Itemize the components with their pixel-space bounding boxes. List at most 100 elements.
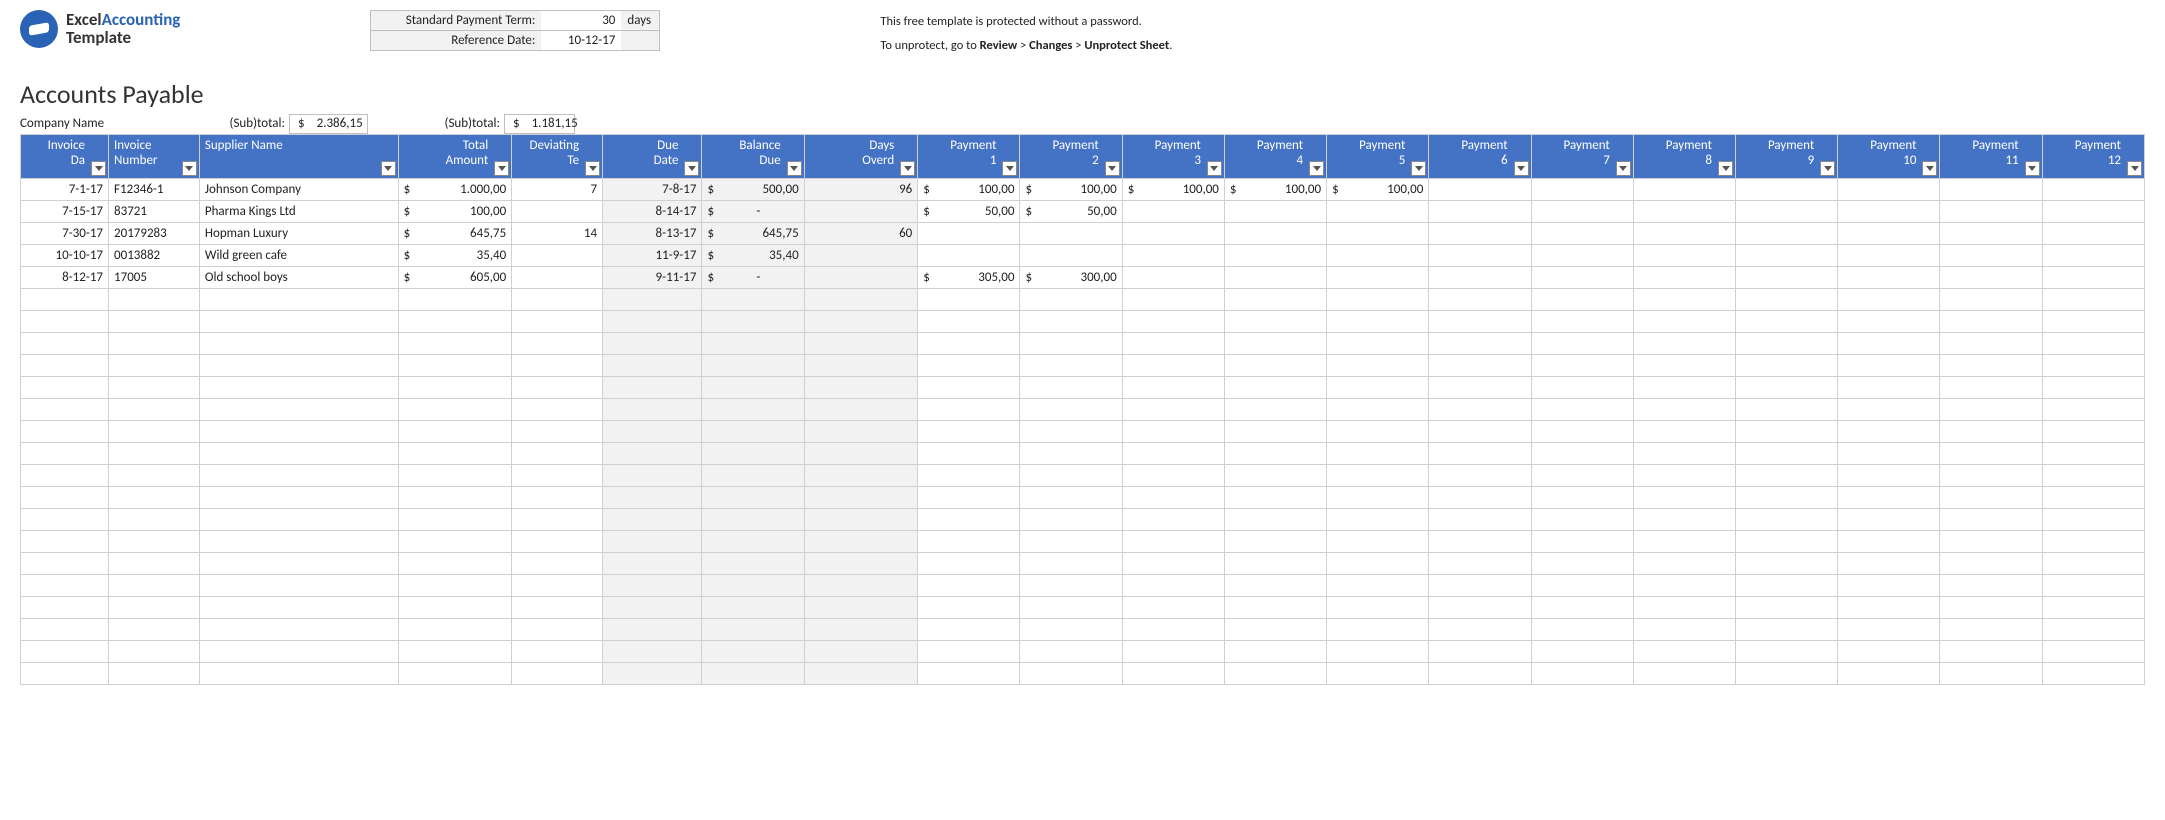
cell-supplier[interactable] — [199, 552, 398, 574]
cell-total[interactable] — [398, 288, 512, 310]
cell-supplier[interactable] — [199, 640, 398, 662]
cell-total[interactable] — [398, 332, 512, 354]
cell-due[interactable] — [603, 486, 702, 508]
cell-p11[interactable] — [1940, 552, 2042, 574]
cell-p2[interactable] — [1020, 486, 1122, 508]
cell-p1[interactable] — [918, 596, 1020, 618]
table-row[interactable] — [21, 596, 2145, 618]
table-row[interactable] — [21, 288, 2145, 310]
cell-p9[interactable] — [1736, 640, 1838, 662]
cell-p9[interactable] — [1736, 310, 1838, 332]
cell-bal[interactable] — [702, 420, 804, 442]
filter-button-bal[interactable] — [787, 161, 802, 176]
cell-due[interactable] — [603, 398, 702, 420]
cell-p4[interactable] — [1224, 464, 1326, 486]
cell-p7[interactable] — [1531, 618, 1633, 640]
cell-p12[interactable] — [2042, 508, 2144, 530]
cell-p6[interactable] — [1429, 354, 1531, 376]
cell-dev[interactable] — [512, 596, 603, 618]
cell-p2[interactable] — [1020, 332, 1122, 354]
cell-supplier[interactable] — [199, 618, 398, 640]
cell-dev[interactable] — [512, 508, 603, 530]
reference-date-value[interactable]: 10-12-17 — [541, 31, 621, 50]
cell-p12[interactable] — [2042, 354, 2144, 376]
cell-p1[interactable] — [918, 574, 1020, 596]
cell-p10[interactable] — [1838, 332, 1940, 354]
table-row[interactable] — [21, 332, 2145, 354]
cell-bal[interactable] — [702, 310, 804, 332]
cell-p7[interactable] — [1531, 530, 1633, 552]
cell-dev[interactable] — [512, 640, 603, 662]
cell-p6[interactable] — [1429, 442, 1531, 464]
cell-p10[interactable] — [1838, 530, 1940, 552]
cell-inv_no[interactable] — [109, 640, 200, 662]
cell-overdue[interactable] — [804, 332, 918, 354]
column-header-bal[interactable]: BalanceDue — [702, 134, 804, 178]
cell-p2[interactable] — [1020, 508, 1122, 530]
cell-p5[interactable] — [1327, 310, 1429, 332]
cell-inv_no[interactable] — [109, 596, 200, 618]
cell-p12[interactable] — [2042, 266, 2144, 288]
cell-bal[interactable] — [702, 596, 804, 618]
cell-inv_no[interactable]: 17005 — [109, 266, 200, 288]
cell-p3[interactable] — [1122, 310, 1224, 332]
cell-p1[interactable] — [918, 662, 1020, 684]
cell-p10[interactable] — [1838, 464, 1940, 486]
cell-p5[interactable] — [1327, 530, 1429, 552]
cell-p8[interactable] — [1633, 420, 1735, 442]
cell-dev[interactable] — [512, 376, 603, 398]
cell-dev[interactable] — [512, 310, 603, 332]
cell-due[interactable] — [603, 376, 702, 398]
cell-p3[interactable] — [1122, 508, 1224, 530]
table-row[interactable] — [21, 574, 2145, 596]
cell-p6[interactable] — [1429, 486, 1531, 508]
cell-p8[interactable] — [1633, 376, 1735, 398]
cell-p4[interactable] — [1224, 442, 1326, 464]
cell-inv_date[interactable] — [21, 574, 109, 596]
cell-p3[interactable]: $100,00 — [1122, 178, 1224, 200]
cell-supplier[interactable] — [199, 420, 398, 442]
cell-p12[interactable] — [2042, 244, 2144, 266]
cell-p5[interactable] — [1327, 332, 1429, 354]
cell-p4[interactable] — [1224, 574, 1326, 596]
column-header-due[interactable]: DueDate — [603, 134, 702, 178]
cell-supplier[interactable] — [199, 398, 398, 420]
cell-p4[interactable] — [1224, 288, 1326, 310]
cell-inv_no[interactable]: 20179283 — [109, 222, 200, 244]
table-row[interactable]: 7-1-17F12346-1Johnson Company$1.000,0077… — [21, 178, 2145, 200]
cell-overdue[interactable] — [804, 266, 918, 288]
cell-p6[interactable] — [1429, 640, 1531, 662]
cell-p5[interactable] — [1327, 266, 1429, 288]
cell-bal[interactable] — [702, 662, 804, 684]
cell-inv_no[interactable] — [109, 354, 200, 376]
cell-p2[interactable]: $100,00 — [1020, 178, 1122, 200]
filter-button-inv_no[interactable] — [182, 161, 197, 176]
cell-total[interactable] — [398, 662, 512, 684]
cell-p10[interactable] — [1838, 420, 1940, 442]
cell-p10[interactable] — [1838, 354, 1940, 376]
cell-p1[interactable] — [918, 222, 1020, 244]
cell-total[interactable]: $1.000,00 — [398, 178, 512, 200]
cell-inv_no[interactable]: 83721 — [109, 200, 200, 222]
filter-button-supplier[interactable] — [381, 161, 396, 176]
cell-p7[interactable] — [1531, 420, 1633, 442]
cell-p8[interactable] — [1633, 618, 1735, 640]
cell-overdue[interactable] — [804, 244, 918, 266]
cell-inv_date[interactable]: 7-1-17 — [21, 178, 109, 200]
cell-p8[interactable] — [1633, 398, 1735, 420]
cell-p11[interactable] — [1940, 596, 2042, 618]
cell-p4[interactable] — [1224, 508, 1326, 530]
cell-supplier[interactable] — [199, 486, 398, 508]
cell-total[interactable]: $645,75 — [398, 222, 512, 244]
cell-p1[interactable] — [918, 420, 1020, 442]
cell-supplier[interactable] — [199, 376, 398, 398]
cell-p1[interactable] — [918, 288, 1020, 310]
table-row[interactable] — [21, 552, 2145, 574]
cell-p11[interactable] — [1940, 398, 2042, 420]
cell-p2[interactable] — [1020, 464, 1122, 486]
cell-p10[interactable] — [1838, 640, 1940, 662]
cell-p6[interactable] — [1429, 508, 1531, 530]
cell-inv_date[interactable] — [21, 310, 109, 332]
filter-button-p9[interactable] — [1820, 161, 1835, 176]
cell-p3[interactable] — [1122, 662, 1224, 684]
